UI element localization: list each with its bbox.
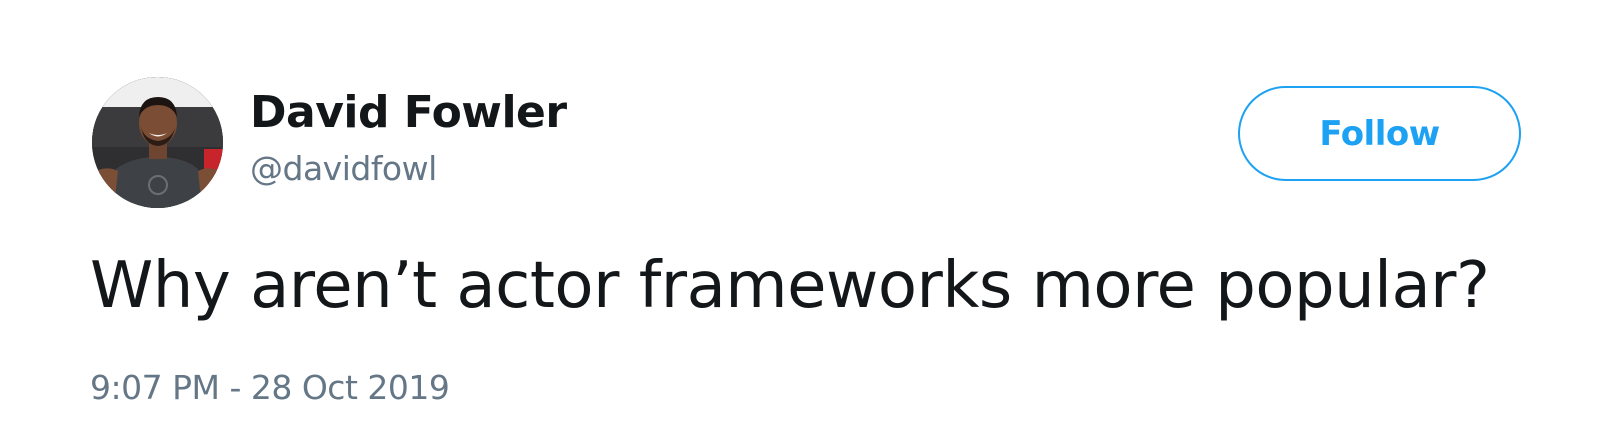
author-handle[interactable]: @davidfowl xyxy=(250,148,437,190)
profile-photo-icon xyxy=(92,77,223,208)
avatar[interactable] xyxy=(92,77,223,208)
follow-button[interactable]: Follow xyxy=(1238,86,1521,181)
tweet-timestamp[interactable]: 9:07 PM - 28 Oct 2019 xyxy=(90,366,450,410)
tweet-text: Why aren’t actor frameworks more popular… xyxy=(90,249,1490,323)
tweet-card: David Fowler @davidfowl Follow Why aren’… xyxy=(0,0,1600,434)
author-display-name[interactable]: David Fowler xyxy=(250,86,567,140)
